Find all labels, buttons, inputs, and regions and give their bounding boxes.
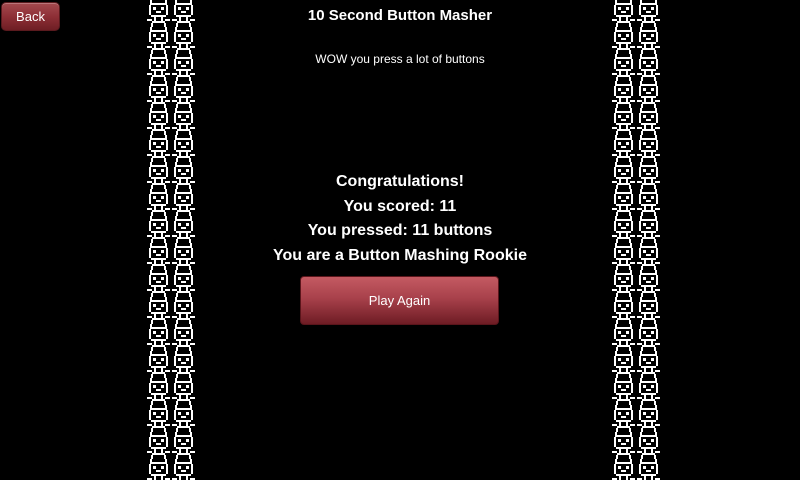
- play-again-button[interactable]: Play Again: [300, 276, 499, 325]
- pressed-count-text: You pressed: 11 buttons: [307, 222, 493, 239]
- game-title: 10 Second Button Masher: [307, 7, 493, 24]
- congrats-text: Congratulations!: [336, 173, 464, 190]
- score-text: You scored: 11: [343, 198, 457, 215]
- game-subtitle: WOW you press a lot of buttons: [315, 52, 485, 66]
- back-button[interactable]: Back: [1, 2, 60, 31]
- game-screen: Back 10 Second Button Masher WOW you pre…: [0, 0, 800, 480]
- pixel-creature-icon: [611, 0, 661, 480]
- pixel-creature-icon: [146, 0, 196, 480]
- right-sprite-border: [611, 0, 661, 480]
- left-sprite-border: [146, 0, 196, 480]
- rank-text: You are a Button Mashing Rookie: [273, 247, 527, 264]
